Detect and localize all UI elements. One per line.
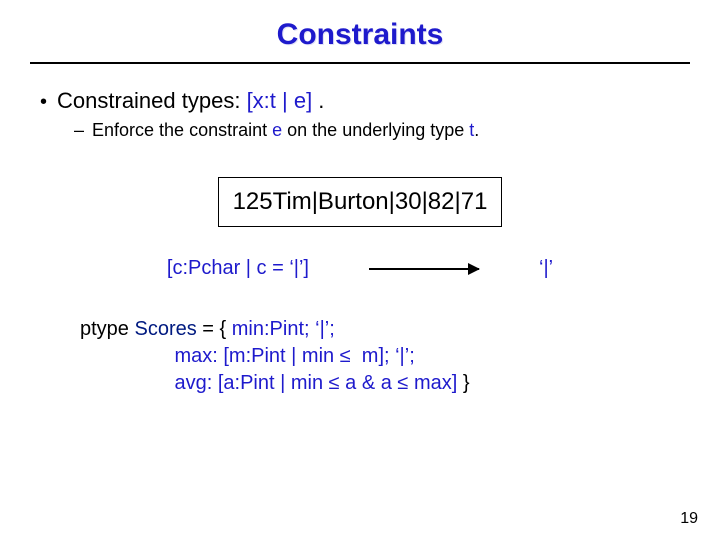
bullet-constrained-types: • Constrained types: [x:t | e] . xyxy=(40,88,680,114)
ptype-definition: ptype Scores = { min:Pint; ‘|’; max: [m:… xyxy=(80,316,680,397)
constraint-expr: [c:Pchar | c = ‘|’] xyxy=(167,257,309,280)
slide: Constraints • Constrained types: [x:t | … xyxy=(0,0,720,540)
dash-icon: – xyxy=(74,120,84,141)
constraint-result: ‘|’ xyxy=(539,257,553,280)
pt-line3: avg: [a:Pint | min ≤ a & a ≤ max] xyxy=(174,372,457,394)
sub-e: e xyxy=(272,120,282,140)
sub-t1: Enforce the constraint xyxy=(92,120,272,140)
pt-eq: = { xyxy=(197,318,232,340)
pt-name: Scores xyxy=(134,318,196,340)
example-box: 125Tim|Burton|30|82|71 xyxy=(218,177,503,227)
slide-title: Constraints xyxy=(0,0,720,52)
sub-t2: on the underlying type xyxy=(282,120,469,140)
page-number: 19 xyxy=(680,510,698,528)
sub-t3: . xyxy=(474,120,479,140)
bullet-code: [x:t | e] xyxy=(247,88,313,113)
bullet-suffix: . xyxy=(312,88,324,113)
bullet-dot-icon: • xyxy=(40,91,47,114)
bullet-prefix: Constrained types: xyxy=(57,88,247,113)
bullet-text: Constrained types: [x:t | e] . xyxy=(57,88,324,114)
derivation-row: [c:Pchar | c = ‘|’] ‘|’ xyxy=(40,257,680,280)
pt-line2: max: [m:Pint | min ≤ m]; ‘|’; xyxy=(174,345,414,367)
subbullet-enforce: – Enforce the constraint e on the underl… xyxy=(74,120,680,141)
pt-line1: min:Pint; ‘|’; xyxy=(232,318,335,340)
pt-kw: ptype xyxy=(80,318,134,340)
arrow-icon xyxy=(369,268,479,270)
example-box-wrap: 125Tim|Burton|30|82|71 xyxy=(40,141,680,257)
pt-close: } xyxy=(457,372,469,394)
subbullet-text: Enforce the constraint e on the underlyi… xyxy=(92,120,479,141)
slide-body: • Constrained types: [x:t | e] . – Enfor… xyxy=(0,64,720,397)
